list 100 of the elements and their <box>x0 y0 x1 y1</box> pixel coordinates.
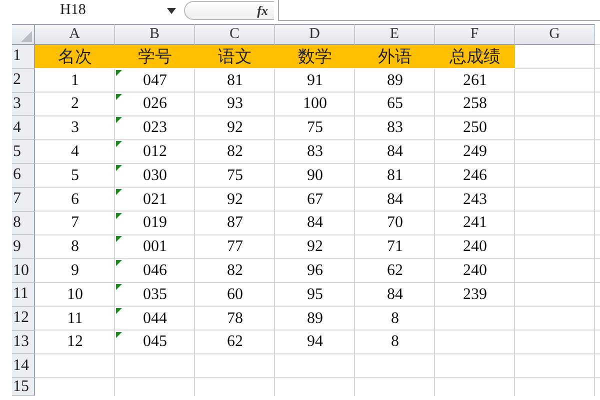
error-indicator-icon[interactable] <box>116 164 122 171</box>
error-indicator-icon[interactable] <box>116 70 122 76</box>
table-cell: 62 <box>387 262 403 280</box>
error-indicator-icon[interactable] <box>116 332 122 338</box>
row-header[interactable]: 13 <box>12 330 35 354</box>
error-indicator-icon[interactable] <box>116 284 122 290</box>
table-cell: 10 <box>67 286 83 304</box>
error-indicator-icon[interactable] <box>116 188 122 195</box>
table-cell: 12 <box>67 333 83 352</box>
row-header[interactable]: 15 <box>12 378 35 396</box>
column-header[interactable]: F <box>435 24 515 45</box>
formula-input[interactable] <box>278 0 600 21</box>
column-header[interactable]: E <box>355 24 435 45</box>
row-header[interactable]: 8 <box>12 212 35 236</box>
table-cell: 4 <box>71 143 79 162</box>
error-indicator-icon[interactable] <box>116 236 122 242</box>
table-cell: 84 <box>387 286 403 304</box>
table-cell: 023 <box>143 119 167 138</box>
table-cell: 243 <box>463 190 487 209</box>
column-title: 总成绩 <box>435 45 515 69</box>
table-cell: 258 <box>463 95 487 114</box>
table-cell: 047 <box>143 72 167 90</box>
table-cell: 84 <box>387 143 403 162</box>
column-title: 学号 <box>115 45 195 69</box>
table-cell: 7 <box>71 214 79 232</box>
table-cell: 91 <box>307 72 323 90</box>
column-header[interactable]: D <box>275 24 355 45</box>
table-cell: 021 <box>143 190 167 209</box>
column-header[interactable]: B <box>115 24 195 45</box>
table-cell: 84 <box>387 190 403 209</box>
table-cell: 241 <box>463 214 487 232</box>
table-cell: 81 <box>387 166 403 185</box>
row-header[interactable]: 4 <box>12 116 35 140</box>
error-indicator-icon[interactable] <box>116 94 122 100</box>
table-cell: 67 <box>307 190 323 209</box>
table-cell: 11 <box>67 310 83 328</box>
table-cell: 70 <box>387 214 403 232</box>
select-all-button[interactable] <box>12 24 35 45</box>
error-indicator-icon[interactable] <box>116 260 122 266</box>
table-cell: 77 <box>227 238 243 256</box>
table-cell: 8 <box>391 333 399 352</box>
table-cell: 75 <box>227 166 243 185</box>
table-cell: 89 <box>307 310 323 328</box>
error-indicator-icon[interactable] <box>116 117 122 124</box>
table-cell: 82 <box>227 143 243 162</box>
table-cell: 030 <box>143 166 167 185</box>
table-cell: 250 <box>463 119 487 138</box>
row-header[interactable]: 7 <box>12 188 35 212</box>
column-header[interactable]: G <box>515 24 595 45</box>
dropdown-icon[interactable] <box>167 8 176 14</box>
row-header[interactable]: 9 <box>12 235 35 260</box>
table-cell: 044 <box>143 310 167 328</box>
table-cell: 8 <box>71 238 79 256</box>
table-cell: 045 <box>143 333 167 352</box>
row-header[interactable]: 3 <box>12 92 35 116</box>
column-title: 外语 <box>355 45 435 69</box>
table-cell: 92 <box>227 190 243 209</box>
table-cell: 83 <box>307 143 323 162</box>
column-title: 语文 <box>195 45 275 69</box>
table-cell: 93 <box>227 95 243 114</box>
table-cell: 240 <box>463 238 487 256</box>
column-header[interactable]: C <box>195 24 275 45</box>
table-cell: 75 <box>307 119 323 138</box>
table-cell: 5 <box>71 166 79 185</box>
row-header[interactable]: 5 <box>12 140 35 164</box>
table-cell: 249 <box>463 143 487 162</box>
table-cell: 90 <box>307 166 323 185</box>
insert-function-button[interactable]: fx <box>257 2 268 18</box>
name-box[interactable]: H18 <box>60 2 86 19</box>
table-cell: 239 <box>463 286 487 304</box>
table-cell: 9 <box>71 262 79 280</box>
error-indicator-icon[interactable] <box>116 212 122 219</box>
error-indicator-icon[interactable] <box>116 308 122 314</box>
table-cell: 95 <box>307 286 323 304</box>
table-cell: 87 <box>227 214 243 232</box>
row-header[interactable]: 14 <box>12 354 35 378</box>
row-header[interactable]: 1 <box>12 45 35 69</box>
table-cell: 1 <box>71 72 79 90</box>
table-cell: 84 <box>307 214 323 232</box>
table-cell: 92 <box>307 238 323 256</box>
table-cell: 026 <box>143 95 167 114</box>
table-cell: 71 <box>387 238 403 256</box>
table-cell: 246 <box>463 166 487 185</box>
table-cell: 65 <box>387 95 403 114</box>
column-title: 名次 <box>35 45 115 69</box>
table-cell: 6 <box>71 190 79 209</box>
row-header[interactable]: 11 <box>12 282 35 307</box>
table-cell: 261 <box>463 72 487 90</box>
error-indicator-icon[interactable] <box>116 141 122 148</box>
column-title: 数学 <box>275 45 355 69</box>
table-cell: 3 <box>71 119 79 138</box>
row-header[interactable]: 12 <box>12 306 35 331</box>
table-cell: 019 <box>143 214 167 232</box>
table-cell: 012 <box>143 143 167 162</box>
column-header[interactable]: A <box>35 24 115 45</box>
row-header[interactable]: 2 <box>12 68 35 93</box>
row-header[interactable]: 6 <box>12 164 35 188</box>
table-cell: 035 <box>143 286 167 304</box>
table-cell: 89 <box>387 72 403 90</box>
row-header[interactable]: 10 <box>12 259 35 283</box>
